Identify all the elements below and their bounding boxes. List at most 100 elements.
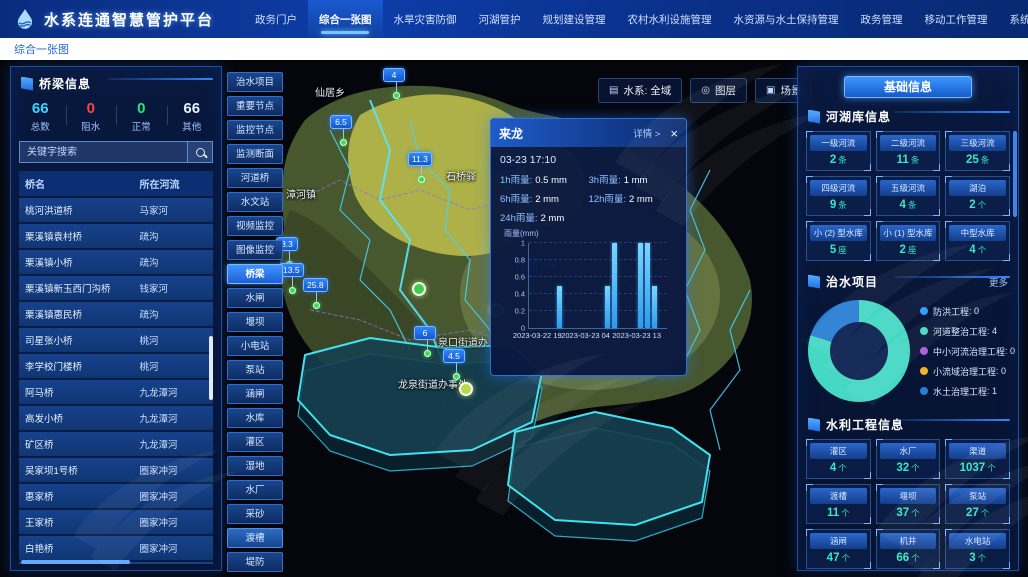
layer-menu-item[interactable]: 水库: [227, 408, 283, 428]
layer-menu-item[interactable]: 治水项目: [227, 72, 283, 92]
layer-menu-item[interactable]: 水厂: [227, 480, 283, 500]
table-row[interactable]: 高发小桥 九龙潭河: [19, 406, 213, 432]
rain-bar: [638, 243, 643, 328]
nav-item[interactable]: 系统管理: [999, 0, 1028, 38]
layer-menu-item[interactable]: 渡槽: [227, 528, 283, 548]
app-logo: 水系连通智慧管护平台: [0, 8, 230, 30]
layer-menu-item[interactable]: 桥梁: [227, 264, 283, 284]
cell-bridge-name: 白艳桥: [19, 536, 133, 560]
nav-item[interactable]: 规划建设管理: [532, 0, 617, 38]
section-title: 河湖库信息: [826, 108, 891, 125]
card-label: 四级河流: [810, 180, 867, 196]
layer-menu-item[interactable]: 采砂: [227, 504, 283, 524]
table-row[interactable]: 栗溪镇惠民桥 疏沟: [19, 302, 213, 328]
marker-pin-icon: [393, 92, 400, 99]
panel-scrollbar[interactable]: [1013, 131, 1017, 217]
popup-details-link[interactable]: 详情 >: [633, 126, 660, 140]
rainfall-metric: 6h雨量:2 mm: [500, 191, 589, 205]
layers-button[interactable]: ◎ 图层: [690, 78, 747, 103]
metric-label: 24h雨量:: [500, 213, 538, 224]
layer-menu-item[interactable]: 泵站: [227, 360, 283, 380]
table-row[interactable]: 惠家桥 圈家冲河: [19, 484, 213, 510]
card-value: 2个: [949, 196, 1006, 212]
layer-menu-item[interactable]: 监控节点: [227, 120, 283, 140]
projects-legend: 防洪工程0 河道整治工程4 中小河流治理工程0: [920, 305, 1015, 398]
legend-label: 中小河流治理工程: [933, 345, 1005, 358]
card-value: 3个: [949, 549, 1006, 565]
table-row[interactable]: 白艳桥 圈家冲河: [19, 536, 213, 562]
layer-menu-item[interactable]: 视频监控: [227, 216, 283, 236]
search-icon: [196, 148, 205, 157]
nav-item[interactable]: 综合一张图: [308, 0, 383, 38]
table-horizontal-scrollbar[interactable]: [21, 560, 130, 564]
nav-item[interactable]: 水资源与水土保持管理: [723, 0, 850, 38]
layer-menu-item[interactable]: 涵闸: [227, 384, 283, 404]
card-value: 11个: [810, 504, 867, 520]
nav-item[interactable]: 政务管理: [850, 0, 914, 38]
table-row[interactable]: 矿区桥 九龙潭河: [19, 432, 213, 458]
layer-menu-item[interactable]: 河道桥: [227, 168, 283, 188]
layer-menu-item[interactable]: 水闸: [227, 288, 283, 308]
layer-menu-item[interactable]: 灌区: [227, 432, 283, 452]
map-control-icon: ◎: [701, 85, 710, 96]
layer-menu-item[interactable]: 监测断面: [227, 144, 283, 164]
table-row[interactable]: 吴家坝1号桥 圈家冲河: [19, 458, 213, 484]
layer-menu-item[interactable]: 堰坝: [227, 312, 283, 332]
table-row[interactable]: 李学校门楼桥 桃河: [19, 354, 213, 380]
nav-item[interactable]: 河湖管护: [468, 0, 532, 38]
search-button[interactable]: [187, 141, 213, 163]
cell-bridge-name: 惠家桥: [19, 484, 133, 508]
layer-menu-item[interactable]: 水文站: [227, 192, 283, 212]
card-value: 2座: [880, 241, 937, 257]
cluster-marker-icon[interactable]: [412, 282, 426, 296]
cell-bridge-name: 栗溪镇袁村桥: [19, 224, 133, 248]
table-row[interactable]: 桃河洪道桥 马家河: [19, 198, 213, 224]
table-row[interactable]: 司星张小桥 桃河: [19, 328, 213, 354]
table-vertical-scrollbar[interactable]: [209, 336, 213, 400]
stat-value: 0: [66, 100, 117, 117]
table-row[interactable]: 阿马桥 九龙潭河: [19, 380, 213, 406]
table-row[interactable]: 栗溪镇新玉西门沟桥 钱家河: [19, 276, 213, 302]
rain-bar: [612, 243, 617, 328]
nav-item[interactable]: 水旱灾害防御: [383, 0, 468, 38]
works-cards: 灌区 4个 水厂 32个 渠道 1037个 渡槽: [798, 439, 1018, 573]
stat-label: 其他: [167, 119, 218, 133]
info-card: 四级河流 9条: [806, 176, 871, 216]
nav-item[interactable]: 移动工作管理: [914, 0, 999, 38]
stat-item: 0 阻水: [66, 100, 117, 133]
layer-menu-item[interactable]: 小电站: [227, 336, 283, 356]
search-input[interactable]: [19, 141, 187, 163]
layer-menu-item[interactable]: 重要节点: [227, 96, 283, 116]
map-controls: ▤ 水系: 全域 ◎ 图层 ▣ 场景: [598, 78, 812, 103]
stat-label: 阻水: [66, 119, 117, 133]
rainfall-metric: 24h雨量:2 mm: [500, 210, 589, 224]
nav-item[interactable]: 政务门户: [244, 0, 308, 38]
table-row[interactable]: 栗溪镇袁村桥 疏沟: [19, 224, 213, 250]
legend-value: 0: [1005, 346, 1015, 356]
cell-river: 圈家冲河: [133, 510, 213, 534]
cluster-marker-icon[interactable]: [459, 382, 473, 396]
nav-item[interactable]: 农村水利设施管理: [617, 0, 723, 38]
metric-value: 2 mm: [629, 194, 653, 205]
marker-pin-icon: [313, 302, 320, 309]
table-row[interactable]: 王家桥 圈家冲河: [19, 510, 213, 536]
basic-info-panel: 基础信息 河湖库信息 一级河流 2条 二级河流 11条: [797, 66, 1019, 571]
layer-menu-item[interactable]: 图像监控: [227, 240, 283, 260]
cell-bridge-name: 桃河洪道桥: [19, 198, 133, 222]
map-control-label: 水系: 全域: [623, 83, 671, 98]
rain-bar: [652, 286, 657, 329]
tab-basic-info[interactable]: 基础信息: [844, 76, 972, 98]
table-row[interactable]: 栗溪镇小桥 疏沟: [19, 250, 213, 276]
layer-menu-item[interactable]: 堤防: [227, 552, 283, 572]
water-system-filter-button[interactable]: ▤ 水系: 全域: [598, 78, 682, 103]
cell-river: 九龙潭河: [133, 406, 213, 430]
cell-bridge-name: 高发小桥: [19, 406, 133, 430]
cell-river: 圈家冲河: [133, 484, 213, 508]
cell-river: 钱家河: [133, 276, 213, 300]
more-link[interactable]: 更多: [989, 275, 1008, 289]
info-card: 一级河流 2条: [806, 131, 871, 171]
close-icon[interactable]: ×: [670, 127, 678, 140]
layer-menu-item[interactable]: 湿地: [227, 456, 283, 476]
header-accent-icon: [808, 418, 820, 432]
rain-chart-ylabel: 雨量(mm): [504, 228, 677, 239]
